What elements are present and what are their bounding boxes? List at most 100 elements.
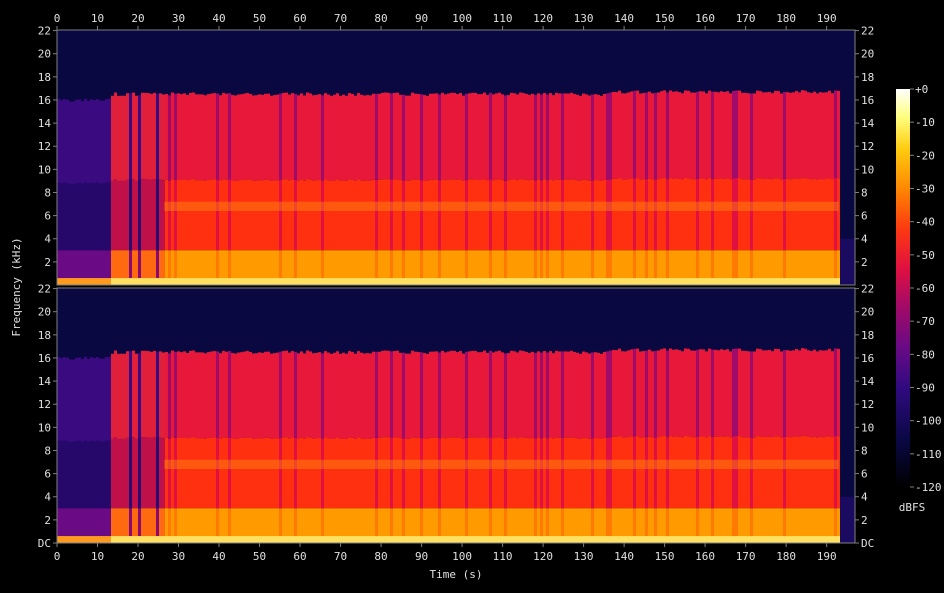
spectrogram-column: [495, 351, 498, 438]
spectrogram-column: [144, 278, 147, 285]
spectrogram-column: [261, 352, 264, 439]
spectrogram-column: [678, 278, 681, 285]
spectrogram-column: [342, 352, 345, 439]
spectrogram-column: [276, 438, 279, 509]
spectrogram-column: [318, 278, 321, 285]
spectrogram-column: [423, 95, 426, 181]
spectrogram-column: [153, 536, 156, 543]
spectrogram-column: [564, 179, 567, 251]
y-tick-label: 6: [861, 468, 868, 481]
spectrogram-column: [552, 278, 555, 285]
spectrogram-column: [351, 179, 354, 251]
spectrogram-column: [237, 352, 240, 439]
spectrogram-column: [666, 278, 669, 285]
spectrogram-column: [201, 536, 204, 543]
spectrogram-column: [159, 351, 162, 438]
spectrogram-column: [252, 180, 255, 251]
spectrogram-column: [270, 536, 273, 543]
spectrogram-column: [492, 438, 495, 509]
spectrogram-column: [831, 278, 834, 285]
spectrogram-column: [120, 438, 123, 509]
spectrogram-column: [129, 536, 132, 543]
spectrogram-column: [66, 357, 69, 442]
spectrogram-column: [264, 351, 267, 438]
spectrogram-column: [414, 437, 417, 509]
spectrogram-column: [186, 278, 189, 285]
spectrogram-column: [510, 92, 513, 180]
spectrogram-column: [126, 93, 129, 180]
spectrogram-column: [489, 437, 492, 509]
spectrogram-column: [429, 93, 432, 180]
spectrogram-column: [273, 438, 276, 509]
spectrogram-column: [792, 437, 795, 509]
spectrogram-column: [657, 92, 660, 180]
spectrogram-column: [66, 183, 69, 251]
spectrogram-column: [225, 351, 228, 438]
spectrogram-column: [297, 180, 300, 251]
spectrogram-column: [300, 93, 303, 180]
spectrogram-column: [180, 94, 183, 181]
spectrogram-column: [69, 359, 72, 443]
spectrogram-column: [681, 93, 684, 180]
spectrogram-column: [210, 437, 213, 509]
spectrogram-column: [744, 92, 747, 180]
spectrogram-column: [402, 352, 405, 439]
spectrogram-column: [246, 278, 249, 285]
spectrogram-column: [813, 536, 816, 543]
spectrogram-column: [474, 536, 477, 543]
spectrogram-column: [519, 92, 522, 180]
spectrogram-column: [525, 179, 528, 251]
spectrogram-column: [522, 93, 525, 180]
spectrogram-column: [804, 536, 807, 543]
spectrogram-column: [90, 278, 93, 285]
spectrogram-column: [231, 278, 234, 285]
spectrogram-column: [729, 437, 732, 509]
spectrogram-column: [708, 436, 711, 509]
spectrogram-column: [219, 353, 222, 439]
spectrogram-column: [639, 93, 642, 180]
spectrogram-column: [657, 437, 660, 509]
spectrogram-column: [114, 179, 117, 251]
spectrogram-column: [132, 536, 135, 543]
x-tick-label: 20: [131, 550, 144, 563]
spectrogram-column: [618, 178, 621, 251]
spectrogram-column: [576, 352, 579, 439]
y-tick-label: 22: [861, 25, 874, 38]
spectrogram-column: [486, 278, 489, 285]
spectrogram-column: [216, 278, 219, 285]
spectrogram-column: [357, 93, 360, 180]
spectrogram-column: [129, 351, 132, 438]
spectrogram-column: [498, 536, 501, 543]
spectrogram-column: [699, 91, 702, 179]
spectrogram-column: [129, 278, 132, 285]
spectrogram-column: [648, 536, 651, 543]
colorbar-tick-label: -30: [915, 183, 935, 196]
spectrogram-column: [261, 180, 264, 251]
spectrogram-column: [387, 437, 390, 509]
spectrogram-column: [600, 438, 603, 509]
spectrogram-column: [342, 278, 345, 285]
spectrogram-column: [207, 438, 210, 509]
spectrogram-column: [573, 536, 576, 543]
spectrogram-column: [456, 179, 459, 251]
spectrogram-column: [546, 352, 549, 439]
spectrogram-column: [93, 100, 96, 184]
spectrogram-column: [804, 278, 807, 285]
spectrogram-column: [102, 278, 105, 285]
spectrogram-column: [240, 438, 243, 509]
spectrogram-column: [63, 440, 66, 509]
spectrogram-column: [648, 436, 651, 509]
y-tick-label: 10: [38, 421, 51, 434]
spectrogram-column: [759, 436, 762, 509]
spectrogram-column: [600, 353, 603, 439]
spectrogram-column: [501, 438, 504, 509]
spectrogram-column: [378, 179, 381, 251]
spectrogram-column: [597, 352, 600, 439]
spectrogram-column: [453, 437, 456, 509]
spectrogram-column: [333, 278, 336, 285]
y-tick-label: 16: [38, 94, 51, 107]
spectrogram-column: [708, 536, 711, 543]
spectrogram-column: [390, 536, 393, 543]
spectrogram-column: [495, 437, 498, 509]
spectrogram-column: [720, 91, 723, 179]
